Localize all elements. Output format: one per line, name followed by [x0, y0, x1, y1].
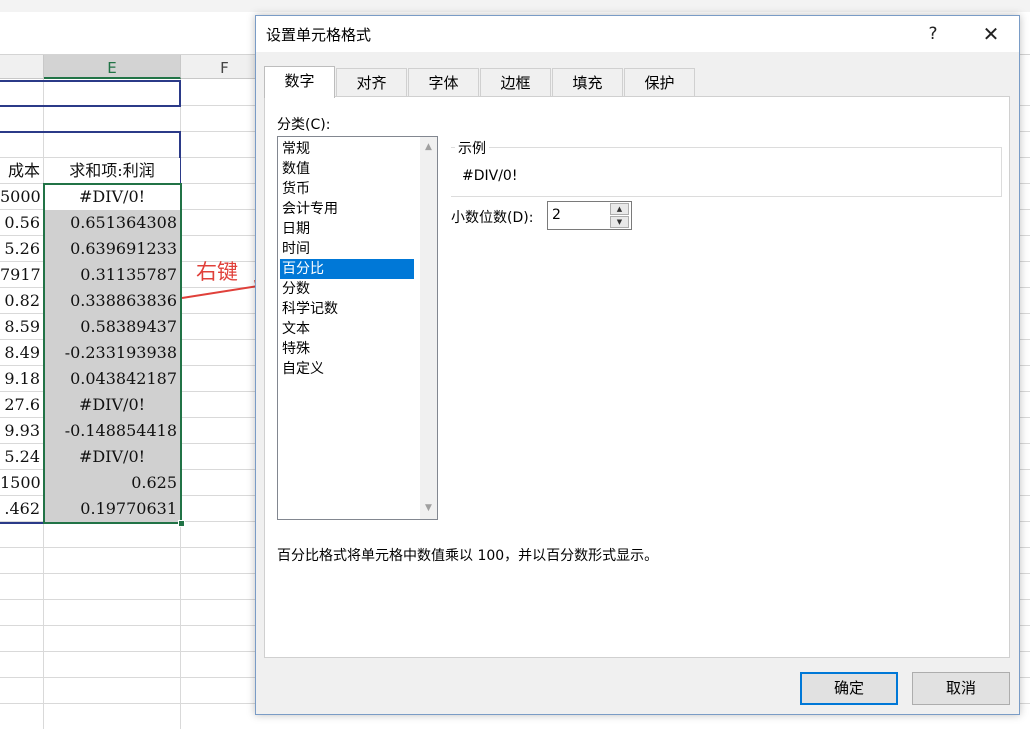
category-item[interactable]: 时间 [280, 239, 414, 259]
category-item[interactable]: 百分比 [280, 259, 414, 279]
cell-e[interactable]: 0.639691233 [44, 236, 180, 262]
tab-protection[interactable]: 保护 [624, 68, 695, 97]
category-item[interactable]: 货币 [280, 179, 414, 199]
cell-d[interactable]: 5000 [0, 184, 43, 210]
cell-e[interactable]: 0.651364308 [44, 210, 180, 236]
cell-e-header[interactable]: 求和项:利润 [44, 158, 180, 184]
cell-d[interactable]: 5.26 [0, 236, 43, 262]
bordered-range [0, 80, 181, 107]
cell-d[interactable]: 9.18 [0, 366, 43, 392]
cell-d[interactable]: 5.24 [0, 444, 43, 470]
cancel-button[interactable]: 取消 [912, 672, 1010, 705]
spin-up-icon[interactable]: ▲ [610, 203, 629, 215]
decimal-places-value: 2 [552, 207, 561, 223]
tab-bar: 数字 对齐 字体 边框 填充 保护 [264, 66, 1014, 98]
column-header-e[interactable]: E [44, 55, 181, 79]
sample-value: #DIV/0! [462, 168, 518, 184]
dialog-title: 设置单元格格式 [266, 26, 372, 44]
format-cells-dialog: 设置单元格格式 ? ✕ 数字 对齐 字体 边框 填充 保护 分类(C): 常规数… [255, 15, 1020, 715]
help-button[interactable]: ? [916, 20, 950, 48]
tab-font[interactable]: 字体 [408, 68, 479, 97]
cell-e[interactable]: 0.19770631 [44, 496, 180, 522]
category-item[interactable]: 分数 [280, 279, 414, 299]
cell-e[interactable]: 0.625 [44, 470, 180, 496]
cell-e[interactable]: 0.043842187 [44, 366, 180, 392]
decimal-places-label: 小数位数(D): [451, 210, 534, 226]
fill-handle[interactable] [178, 520, 185, 527]
category-item[interactable]: 文本 [280, 319, 414, 339]
cell-d[interactable]: 27.6 [0, 392, 43, 418]
tab-fill[interactable]: 填充 [552, 68, 623, 97]
cell-d[interactable]: 9.93 [0, 418, 43, 444]
format-description: 百分比格式将单元格中数值乘以 100，并以百分数形式显示。 [277, 548, 659, 564]
cell-e[interactable]: 0.31135787 [44, 262, 180, 288]
tab-number[interactable]: 数字 [264, 66, 335, 98]
close-icon[interactable]: ✕ [966, 20, 1016, 48]
cell-d[interactable]: 7917 [0, 262, 43, 288]
cell-e[interactable]: 0.58389437 [44, 314, 180, 340]
cell-d[interactable]: 0.56 [0, 210, 43, 236]
category-item[interactable]: 常规 [280, 139, 414, 159]
cell-e[interactable]: -0.233193938 [44, 340, 180, 366]
tab-border[interactable]: 边框 [480, 68, 551, 97]
category-item[interactable]: 数值 [280, 159, 414, 179]
cell-e[interactable]: -0.148854418 [44, 418, 180, 444]
category-label: 分类(C): [277, 117, 331, 133]
category-item[interactable]: 特殊 [280, 339, 414, 359]
cell-d[interactable]: 1500 [0, 470, 43, 496]
cell-d[interactable]: 0.82 [0, 288, 43, 314]
sample-group [451, 147, 1002, 197]
decimal-places-input[interactable]: 2 ▲ ▼ [547, 201, 632, 230]
cell-d[interactable]: 8.59 [0, 314, 43, 340]
scroll-down-icon[interactable]: ▼ [420, 500, 437, 517]
cell-e[interactable]: #DIV/0! [44, 444, 180, 470]
cell-e[interactable]: #DIV/0! [44, 392, 180, 418]
category-scrollbar[interactable]: ▲ ▼ [420, 137, 437, 519]
category-item[interactable]: 自定义 [280, 359, 414, 379]
scroll-up-icon[interactable]: ▲ [420, 139, 437, 156]
ok-button[interactable]: 确定 [800, 672, 898, 705]
dialog-titlebar[interactable]: 设置单元格格式 ? ✕ [256, 16, 1019, 52]
category-item[interactable]: 科学记数 [280, 299, 414, 319]
cell-d[interactable]: 8.49 [0, 340, 43, 366]
category-item[interactable]: 会计专用 [280, 199, 414, 219]
cell-e[interactable]: #DIV/0! [44, 184, 180, 210]
cell-d[interactable]: .462 [0, 496, 43, 522]
tab-alignment[interactable]: 对齐 [336, 68, 407, 97]
number-tab-panel: 分类(C): 常规 数值 货币 会计专用 日期 时间 百分比 分数 科学记数 文本 特殊 自定义 ▲ … [264, 96, 1010, 658]
cell-d-header[interactable]: 成本 [0, 158, 43, 184]
category-listbox[interactable]: 常规 数值 货币 会计专用 日期 时间 百分比 分数 科学记数 文本 特殊 自定义 ▲ ▼ [277, 136, 438, 520]
cell-e[interactable]: 0.338863836 [44, 288, 180, 314]
category-item[interactable]: 日期 [280, 219, 414, 239]
spin-down-icon[interactable]: ▼ [610, 216, 629, 228]
column-header-d[interactable] [0, 55, 44, 79]
sample-legend: 示例 [455, 138, 489, 158]
